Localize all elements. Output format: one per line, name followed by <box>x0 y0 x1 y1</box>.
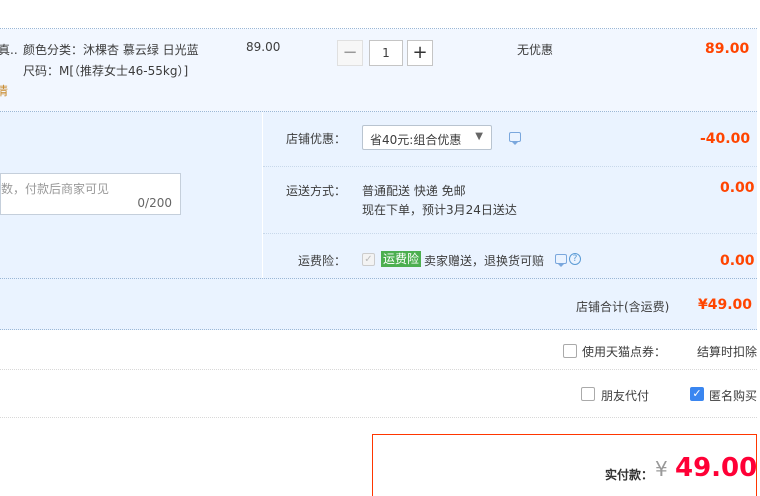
item-subtotal: 89.00 <box>705 41 750 57</box>
payment-summary-box: 实付款： ¥ 49.00 <box>372 434 757 496</box>
shop-total-label: 店铺合计(含运费) <box>576 300 670 314</box>
row-divider <box>0 369 757 370</box>
shipping-eta: 现在下单，预计3月24日送达 <box>362 203 517 217</box>
shipping-method: 普通配送 快递 免邮 <box>362 184 466 198</box>
message-char-count: 0/200 <box>137 196 172 210</box>
quantity-plus-button[interactable]: + <box>407 40 433 66</box>
message-section: 数，付款后商家可见 0/200 <box>0 112 262 278</box>
insurance-label: 运费险： <box>298 254 347 268</box>
item-name-fragment[interactable]: 真.. <box>0 41 18 58</box>
row-divider <box>0 417 757 418</box>
shipping-amount: 0.00 <box>720 180 755 196</box>
payment-amount: 49.00 <box>675 453 758 483</box>
anonymous-label: 匿名购买 <box>709 389 758 403</box>
chat-icon[interactable] <box>509 132 521 145</box>
options-row-divider <box>263 233 757 234</box>
help-question-icon[interactable]: ? <box>569 253 581 265</box>
item-size-spec: 尺码：M[（推荐女士46-55kg）] <box>23 64 189 78</box>
anonymous-checkbox[interactable]: ✓ <box>690 387 704 401</box>
friend-pay-checkbox[interactable] <box>581 387 595 401</box>
shop-discount-label: 店铺优惠： <box>286 132 347 146</box>
item-color-spec: 颜色分类：沐棵杏 慕云绿 日光蓝 <box>23 43 199 57</box>
payment-currency: ¥ <box>655 457 668 481</box>
shipping-label: 运送方式： <box>286 184 347 198</box>
points-label: 使用天猫点券： <box>582 345 667 359</box>
insurance-description: 卖家赠送，退换货可赔 <box>424 254 545 268</box>
message-placeholder: 数，付款后商家可见 <box>1 182 110 196</box>
insurance-checkbox: ✓ <box>362 253 375 266</box>
quantity-minus-button[interactable]: − <box>337 40 363 66</box>
points-note: 结算时扣除 <box>697 345 758 359</box>
shop-discount-amount: -40.00 <box>700 131 751 147</box>
options-vertical-divider <box>262 112 263 278</box>
item-tag-fragment: 情 <box>0 84 9 98</box>
message-to-seller-input[interactable]: 数，付款后商家可见 0/200 <box>0 173 181 215</box>
points-checkbox[interactable] <box>563 344 577 358</box>
shop-total-amount: ¥49.00 <box>698 297 753 313</box>
insurance-tag: 运费险 <box>381 251 422 267</box>
payment-label: 实付款： <box>605 468 654 482</box>
shop-discount-select[interactable]: 省40元:组合优惠 ▼ <box>362 125 492 150</box>
shop-discount-selected: 省40元:组合优惠 <box>370 133 462 147</box>
friend-pay-label: 朋友代付 <box>601 389 650 403</box>
quantity-input[interactable]: 1 <box>369 40 403 66</box>
insurance-amount: 0.00 <box>720 253 755 269</box>
options-row-divider <box>263 166 757 167</box>
chat-icon[interactable] <box>555 254 567 267</box>
item-unit-price: 89.00 <box>246 40 281 54</box>
chevron-down-icon: ▼ <box>475 131 483 142</box>
item-discount-text: 无优惠 <box>517 43 554 57</box>
